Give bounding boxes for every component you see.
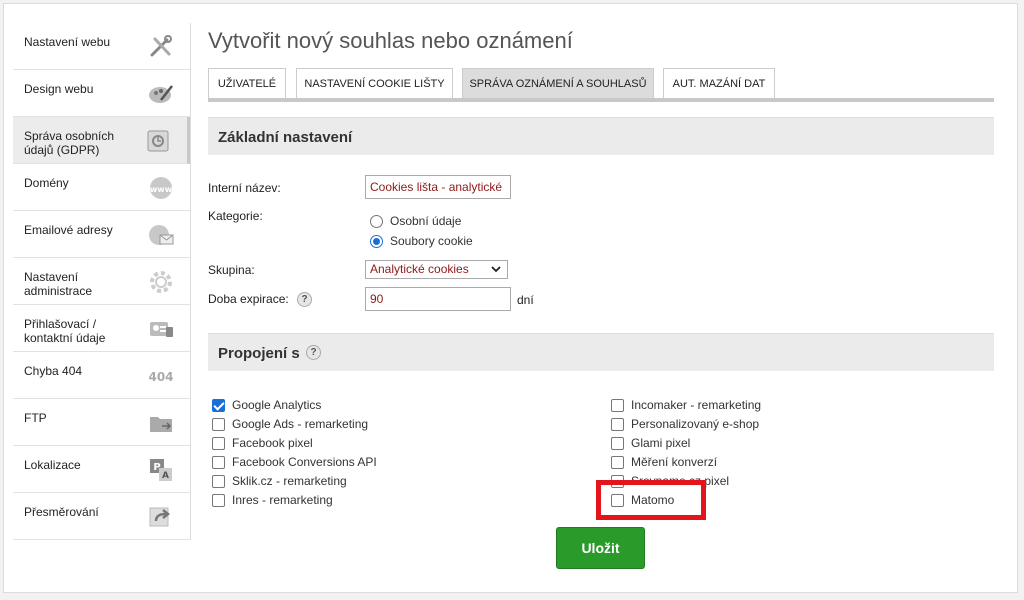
checkbox[interactable] <box>212 398 225 412</box>
sidebar-item-localization[interactable]: Lokalizace PA <box>13 446 190 493</box>
checkbox-label: Inres - remarketing <box>232 493 333 507</box>
save-button[interactable]: Uložit <box>556 527 645 569</box>
checkbox-label: Incomaker - remarketing <box>631 398 762 412</box>
help-icon[interactable]: ? <box>297 292 313 308</box>
checkbox[interactable] <box>212 417 225 431</box>
tab-cookie-bar-settings[interactable]: NASTAVENÍ COOKIE LIŠTY <box>296 68 453 98</box>
sidebar-item-label: Správa osobních údajů (GDPR) <box>24 129 115 157</box>
sidebar-item-label: Domény <box>24 176 69 190</box>
checkbox[interactable] <box>611 436 624 450</box>
tab-auto-data-deletion[interactable]: AUT. MAZÁNÍ DAT <box>663 68 775 98</box>
radio-label: Osobní údaje <box>390 214 462 228</box>
www-globe-icon: www <box>146 173 176 203</box>
safe-icon <box>143 126 173 156</box>
connection-facebook-conversions-api[interactable]: Facebook Conversions API <box>212 455 377 469</box>
connection-facebook-pixel[interactable]: Facebook pixel <box>212 436 313 450</box>
expiration-unit: dní <box>517 293 534 307</box>
sidebar-item-label: FTP <box>24 411 47 425</box>
group-label: Skupina: <box>208 263 255 277</box>
checkbox[interactable] <box>212 474 225 488</box>
sidebar-item-label: Přesměrování <box>24 505 99 519</box>
radio-button[interactable] <box>370 234 383 248</box>
checkbox-label: Facebook Conversions API <box>232 455 377 469</box>
section-basic-settings: Základní nastavení <box>208 117 994 155</box>
sidebar-item-label: Chyba 404 <box>24 364 83 378</box>
connection-conversion-measuring[interactable]: Měření konverzí <box>611 455 717 469</box>
checkbox-label: Facebook pixel <box>232 436 313 450</box>
sidebar-item-domains[interactable]: Domény www <box>13 164 190 211</box>
connection-google-analytics[interactable]: Google Analytics <box>212 398 321 412</box>
connection-google-ads[interactable]: Google Ads - remarketing <box>212 417 368 431</box>
sidebar-item-admin-settings[interactable]: Nastavení administrace <box>13 258 190 305</box>
checkbox-label: Měření konverzí <box>631 455 718 469</box>
gear-icon <box>146 267 176 297</box>
chevron-down-icon <box>491 266 501 273</box>
expiration-input[interactable] <box>365 287 511 311</box>
checkbox[interactable] <box>212 493 225 507</box>
sidebar: Nastavení webu Design webu Správa osobní… <box>13 23 191 540</box>
checkbox-label: Google Analytics <box>232 398 322 412</box>
email-globe-icon <box>146 220 176 250</box>
group-select[interactable]: Analytické cookies <box>365 260 508 279</box>
redirect-icon <box>146 502 176 532</box>
checkbox[interactable] <box>212 455 225 469</box>
page-title: Vytvořit nový souhlas nebo oznámení <box>208 28 573 53</box>
sidebar-item-design[interactable]: Design webu <box>13 70 190 117</box>
connection-glami-pixel[interactable]: Glami pixel <box>611 436 690 450</box>
sidebar-item-label: Nastavení administrace <box>24 270 93 298</box>
sidebar-item-label: Nastavení webu <box>24 35 111 49</box>
palette-icon <box>146 79 176 109</box>
tools-icon <box>146 32 176 62</box>
tab-notices-consents[interactable]: SPRÁVA OZNÁMENÍ A SOUHLASŮ <box>462 68 654 98</box>
help-icon[interactable]: ? <box>306 345 321 360</box>
sidebar-item-redirect[interactable]: Přesměrování <box>13 493 190 540</box>
category-option-cookies[interactable]: Soubory cookie <box>370 234 473 248</box>
folder-icon <box>146 408 176 438</box>
sidebar-item-label: Emailové adresy <box>24 223 113 237</box>
radio-button[interactable] <box>370 214 383 228</box>
error-404-icon: 404 <box>146 361 176 391</box>
sidebar-item-login-contacts[interactable]: Přihlašovací / kontaktní údaje <box>13 305 190 352</box>
section-title: Základní nastavení <box>218 129 353 146</box>
checkbox-label: Glami pixel <box>631 436 691 450</box>
sidebar-item-label: Přihlašovací / kontaktní údaje <box>24 317 106 345</box>
connection-personalized-eshop[interactable]: Personalizovaný e-shop <box>611 417 759 431</box>
group-select-value: Analytické cookies <box>370 262 469 276</box>
sidebar-item-ftp[interactable]: FTP <box>13 399 190 446</box>
connection-inres[interactable]: Inres - remarketing <box>212 493 333 507</box>
expiration-label-text: Doba expirace: <box>208 292 289 306</box>
connection-sklik[interactable]: Sklik.cz - remarketing <box>212 474 347 488</box>
category-label: Kategorie: <box>208 209 263 223</box>
internal-name-label: Interní název: <box>208 181 281 195</box>
section-title: Propojení s <box>218 345 300 362</box>
svg-text:A: A <box>162 471 169 481</box>
category-option-personal-data[interactable]: Osobní údaje <box>370 214 461 228</box>
checkbox-label: Personalizovaný e-shop <box>631 417 760 431</box>
localization-icon: PA <box>146 455 176 485</box>
connection-incomaker[interactable]: Incomaker - remarketing <box>611 398 761 412</box>
sidebar-item-label: Lokalizace <box>24 458 81 472</box>
radio-label: Soubory cookie <box>390 234 473 248</box>
sidebar-item-error-404[interactable]: Chyba 404 404 <box>13 352 190 399</box>
internal-name-input[interactable] <box>365 175 511 199</box>
checkbox-label: Google Ads - remarketing <box>232 417 369 431</box>
sidebar-item-label: Design webu <box>24 82 94 96</box>
highlight-box <box>596 480 706 520</box>
checkbox[interactable] <box>212 436 225 450</box>
sidebar-item-site-settings[interactable]: Nastavení webu <box>13 23 190 70</box>
checkbox[interactable] <box>611 455 624 469</box>
tab-users[interactable]: UŽIVATELÉ <box>208 68 286 98</box>
section-connections: Propojení s ? <box>208 333 994 371</box>
checkbox[interactable] <box>611 398 624 412</box>
contacts-icon <box>146 314 176 344</box>
sidebar-item-email[interactable]: Emailové adresy <box>13 211 190 258</box>
svg-text:404: 404 <box>148 370 173 384</box>
tab-bar: UŽIVATELÉ NASTAVENÍ COOKIE LIŠTY SPRÁVA … <box>208 68 994 102</box>
checkbox[interactable] <box>611 417 624 431</box>
sidebar-item-gdpr[interactable]: Správa osobních údajů (GDPR) <box>13 117 190 164</box>
svg-text:www: www <box>150 185 173 194</box>
checkbox-label: Sklik.cz - remarketing <box>232 474 347 488</box>
expiration-label: Doba expirace: ? <box>208 292 313 308</box>
